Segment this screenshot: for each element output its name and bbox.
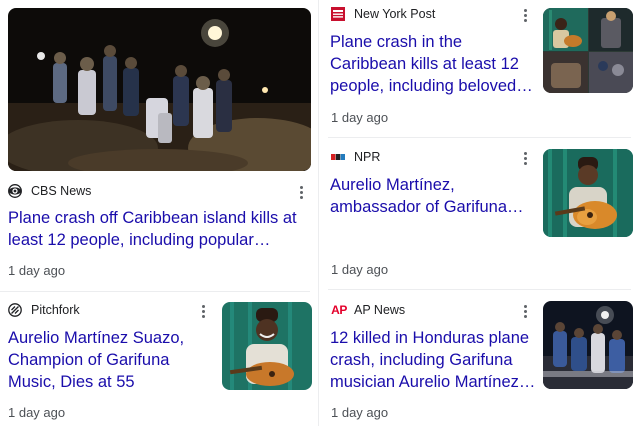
news-card-npr[interactable]: NPR Aurelio Martínez, ambassador of Gari… [320, 138, 639, 288]
more-options-button[interactable] [516, 149, 534, 167]
rescue-workers-photo[interactable] [543, 301, 633, 389]
headline-link[interactable]: Plane crash off Caribbean island kills a… [8, 207, 310, 251]
news-card-cbs[interactable]: CBS News Plane crash off Caribbean islan… [0, 0, 312, 290]
source-name: NPR [354, 150, 381, 164]
published-age: 1 day ago [8, 405, 66, 420]
more-options-button[interactable] [292, 183, 310, 201]
published-age: 1 day ago [8, 263, 66, 278]
more-vert-icon [523, 8, 527, 23]
nypost-logo [331, 7, 345, 21]
headline-link[interactable]: Aurelio Martínez Suazo, Champion of Gari… [8, 327, 218, 393]
published-age: 1 day ago [331, 405, 389, 420]
guitarist-smiling-photo[interactable] [222, 302, 312, 390]
source-name: CBS News [31, 184, 92, 198]
more-vert-icon [523, 151, 527, 166]
news-card-apnews[interactable]: AP AP News 12 killed in Honduras plane c… [320, 290, 639, 426]
headline-link[interactable]: 12 killed in Honduras plane crash, inclu… [330, 327, 540, 393]
more-options-button[interactable] [194, 302, 212, 320]
more-options-button[interactable] [516, 6, 534, 24]
cbs-eye-logo [8, 184, 22, 198]
source-row: New York Post [331, 5, 435, 23]
guitarist-photo[interactable] [543, 149, 633, 237]
headline-link[interactable]: Aurelio Martínez, ambassador of Garifuna… [330, 174, 540, 218]
source-name: New York Post [354, 7, 436, 21]
more-vert-icon [523, 304, 527, 319]
ap-logo: AP [331, 303, 347, 317]
source-name: AP News [354, 303, 406, 317]
news-card-pitchfork[interactable]: Pitchfork Aurelio Martínez Suazo, Champi… [0, 292, 316, 426]
musician-collage-photo[interactable] [543, 8, 633, 93]
more-vert-icon [299, 185, 303, 200]
more-options-button[interactable] [516, 302, 534, 320]
npr-logo [331, 150, 345, 164]
source-row: Pitchfork [8, 301, 80, 319]
ap-logo-text: AP [331, 303, 347, 317]
column-divider [318, 0, 319, 426]
published-age: 1 day ago [331, 262, 389, 277]
more-vert-icon [201, 304, 205, 319]
source-name: Pitchfork [31, 303, 80, 317]
headline-link[interactable]: Plane crash in the Caribbean kills at le… [330, 31, 535, 97]
source-row: NPR [331, 148, 380, 166]
source-row: AP AP News [331, 301, 405, 319]
news-card-nypost[interactable]: New York Post Plane crash in the Caribbe… [320, 0, 639, 136]
night-crash-scene-photo[interactable] [8, 8, 311, 171]
published-age: 1 day ago [331, 110, 389, 125]
source-row: CBS News [8, 182, 91, 200]
pitchfork-logo [8, 303, 22, 317]
